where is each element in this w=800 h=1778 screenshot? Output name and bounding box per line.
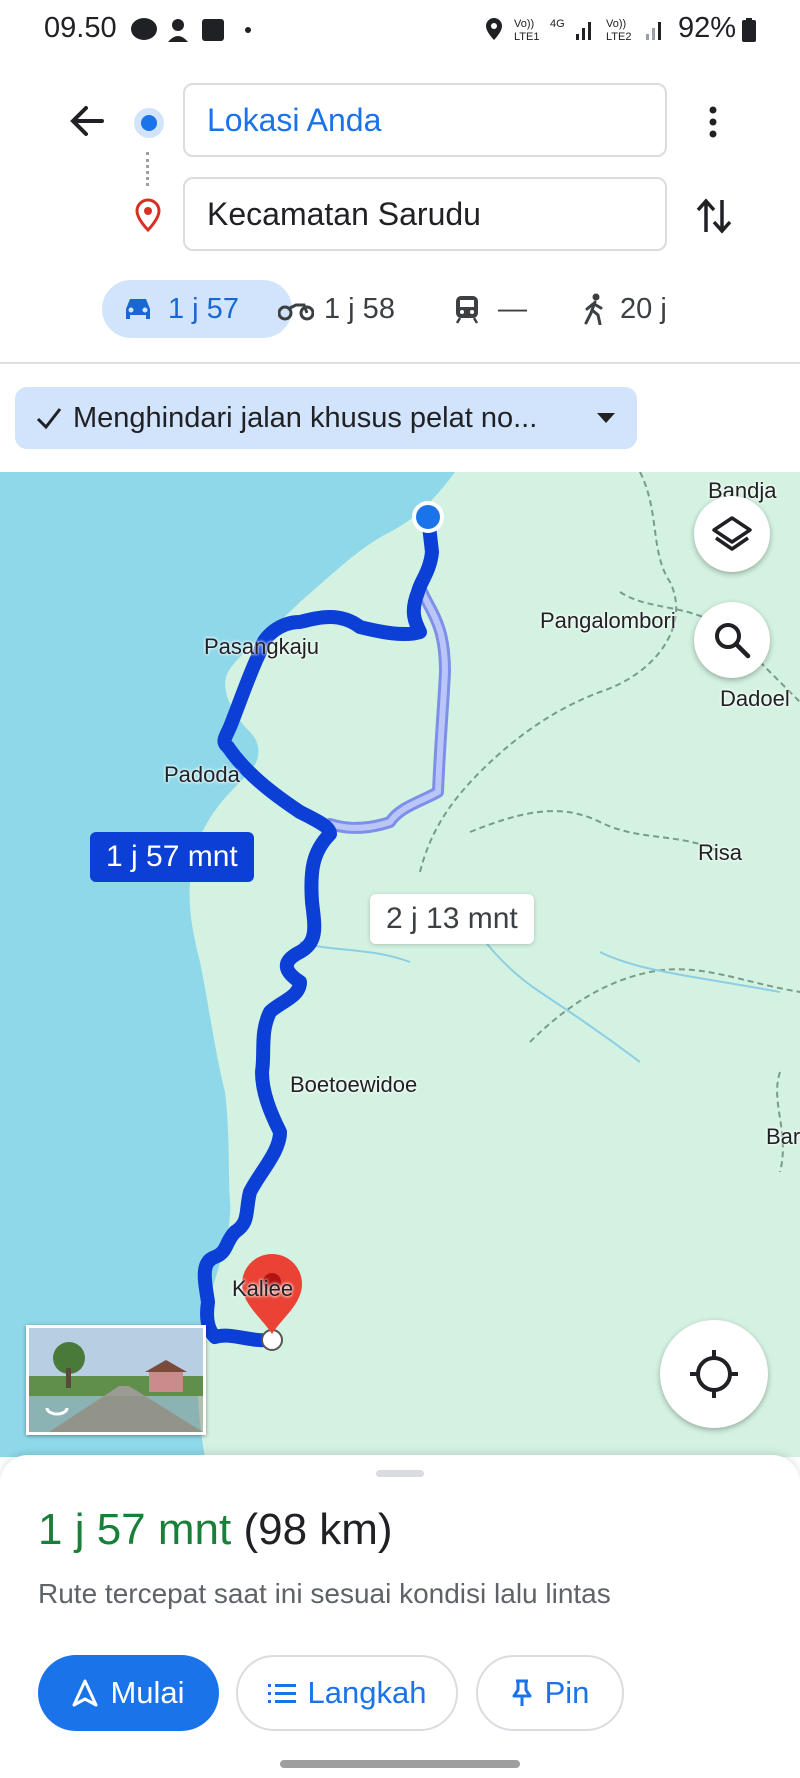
sheet-drag-handle[interactable] bbox=[376, 1470, 424, 1477]
car-icon bbox=[126, 299, 150, 319]
place-label: Pasangkaju bbox=[204, 634, 319, 659]
destination-input[interactable]: Kecamatan Sarudu bbox=[183, 177, 667, 251]
tab-transit[interactable]: — bbox=[454, 280, 534, 338]
street-view-thumbnail[interactable] bbox=[26, 1325, 206, 1435]
crosshair-icon bbox=[690, 1350, 738, 1398]
place-label: Pangalombori bbox=[540, 608, 676, 633]
route-alt-label[interactable]: 2 j 13 mnt bbox=[370, 894, 534, 944]
destination-pin-icon bbox=[135, 198, 161, 232]
svg-text:LTE1: LTE1 bbox=[514, 31, 539, 43]
back-arrow-icon[interactable] bbox=[62, 96, 112, 146]
search-along-route-button[interactable] bbox=[694, 602, 770, 678]
list-icon bbox=[267, 1684, 296, 1703]
transit-icon bbox=[455, 296, 479, 324]
tab-driving[interactable]: 1 j 57 bbox=[102, 280, 292, 338]
start-button[interactable]: Mulai bbox=[38, 1655, 219, 1731]
route-distance: (98 km) bbox=[243, 1505, 393, 1554]
tab-driving-label: 1 j 57 bbox=[168, 293, 239, 325]
svg-text:LTE2: LTE2 bbox=[606, 31, 631, 43]
svg-text:4G: 4G bbox=[550, 18, 565, 30]
status-bar: 09.50 Vo)) LTE1 4G Vo)) LTE2 92% bbox=[0, 0, 800, 58]
place-label: Padoda bbox=[164, 762, 240, 787]
place-label: Kaliee bbox=[232, 1276, 294, 1301]
place-label: Boetoewidoe bbox=[290, 1072, 418, 1097]
origin-dot-icon bbox=[134, 108, 164, 138]
route-options-label: Menghindari jalan khusus pelat no... bbox=[73, 402, 538, 434]
steps-button-label: Langkah bbox=[307, 1675, 427, 1710]
pin-icon bbox=[512, 1679, 532, 1706]
chevron-down-icon bbox=[597, 413, 615, 423]
checkmark-icon bbox=[36, 408, 62, 430]
battery-level: 92% bbox=[677, 12, 736, 44]
route-connector bbox=[146, 152, 153, 186]
divider bbox=[0, 362, 800, 364]
signal-icons: Vo)) LTE1 4G Vo)) LTE2 bbox=[486, 18, 661, 43]
street-view-image bbox=[29, 1328, 203, 1432]
tab-motorcycle-label: 1 j 58 bbox=[324, 293, 395, 325]
tab-transit-label: — bbox=[498, 293, 527, 325]
walk-icon bbox=[584, 293, 603, 325]
layers-icon bbox=[712, 516, 752, 551]
notification-icons bbox=[131, 18, 251, 42]
place-label: Bar bbox=[766, 1124, 800, 1149]
search-icon bbox=[715, 623, 751, 659]
start-button-label: Mulai bbox=[110, 1675, 185, 1710]
my-location-button[interactable] bbox=[660, 1320, 768, 1428]
status-time: 09.50 bbox=[44, 12, 117, 44]
swap-icon[interactable] bbox=[690, 192, 738, 240]
svg-text:Vo)): Vo)) bbox=[606, 18, 626, 30]
route-main-label[interactable]: 1 j 57 mnt bbox=[90, 832, 254, 882]
tab-walking[interactable]: 20 j bbox=[582, 280, 692, 338]
place-label: Dadoel bbox=[720, 686, 790, 711]
steps-button[interactable]: Langkah bbox=[236, 1655, 458, 1731]
layers-button[interactable] bbox=[694, 496, 770, 572]
navigation-arrow-icon bbox=[72, 1679, 98, 1707]
pin-button-label: Pin bbox=[544, 1675, 590, 1710]
route-duration: 1 j 57 mnt bbox=[38, 1505, 232, 1554]
place-label: Risa bbox=[698, 840, 743, 865]
motorcycle-icon bbox=[278, 303, 314, 321]
battery-icon bbox=[742, 18, 756, 42]
svg-text:Vo)): Vo)) bbox=[514, 18, 534, 30]
gesture-navigation-bar[interactable] bbox=[280, 1760, 520, 1768]
route-description: Rute tercepat saat ini sesuai kondisi la… bbox=[38, 1578, 611, 1609]
map-canvas bbox=[0, 472, 800, 1457]
tab-walking-label: 20 j bbox=[620, 293, 667, 325]
tab-motorcycle[interactable]: 1 j 58 bbox=[278, 280, 408, 338]
more-options-icon[interactable] bbox=[698, 102, 728, 142]
pin-button[interactable]: Pin bbox=[476, 1655, 624, 1731]
origin-input[interactable]: Lokasi Anda bbox=[183, 83, 667, 157]
route-options-chip[interactable]: Menghindari jalan khusus pelat no... bbox=[15, 387, 637, 449]
map-view[interactable]: Bandja Pangalombori Dadoel Pasangkaju Pa… bbox=[0, 472, 800, 1457]
route-summary: 1 j 57 mnt (98 km) bbox=[38, 1505, 393, 1555]
